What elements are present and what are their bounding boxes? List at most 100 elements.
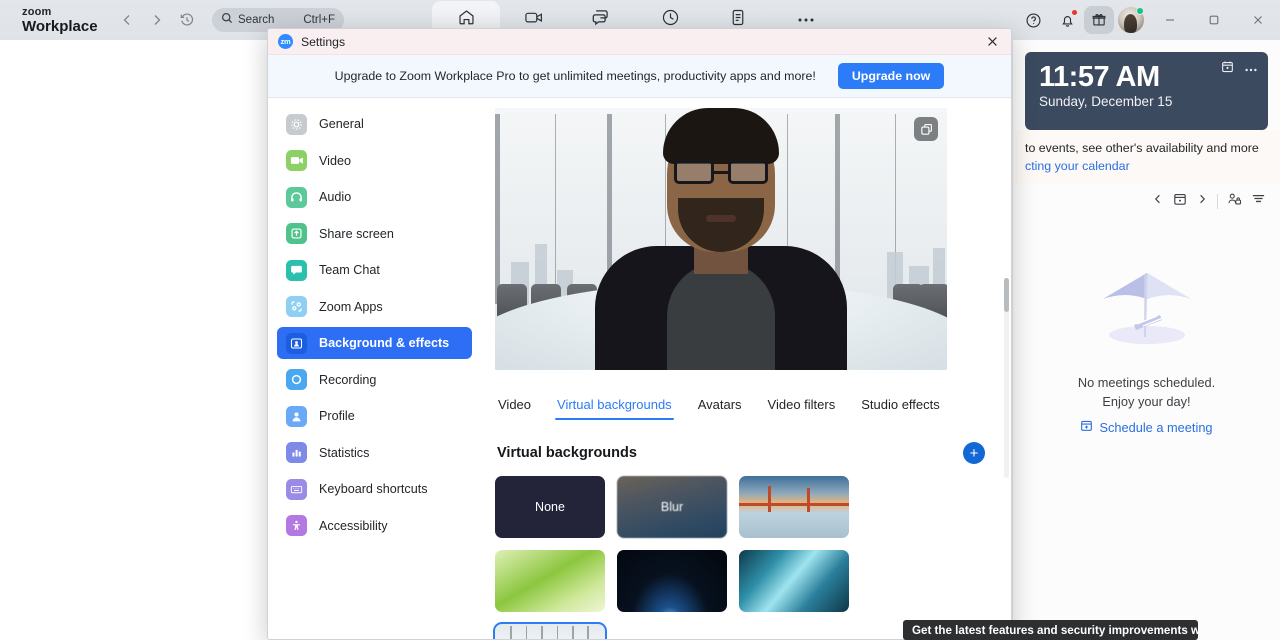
sidebar-item-label: Zoom Apps <box>319 299 383 314</box>
sidebar-item-share-screen[interactable]: Share screen <box>277 218 472 250</box>
background-thumb-blur[interactable]: Blur <box>617 476 727 538</box>
avatar[interactable] <box>1114 3 1148 37</box>
apps-icon <box>286 296 307 317</box>
calendar-nav <box>1013 184 1280 217</box>
promo-line-2[interactable]: cting your calendar <box>1025 158 1268 176</box>
history-button[interactable] <box>174 7 200 33</box>
update-tooltip: Get the latest features and security imp… <box>903 620 1198 640</box>
video-self-preview[interactable] <box>495 108 947 370</box>
calendar-side-panel: 11:57 AM Sunday, December 15 to events, … <box>1012 40 1280 640</box>
calendar-today-button[interactable] <box>1173 192 1187 211</box>
section-header: Virtual backgrounds + <box>495 442 993 464</box>
keyboard-icon <box>286 478 307 500</box>
sidebar-item-background-and-effects[interactable]: Background & effects <box>277 327 472 359</box>
settings-content: Video Virtual backgrounds Avatars Video … <box>481 98 1011 639</box>
scrollbar-thumb[interactable] <box>1004 278 1009 312</box>
dialog-title-bar: zm Settings <box>268 29 1011 55</box>
plus-icon[interactable]: + <box>963 442 985 464</box>
sidebar-item-keyboard-shortcuts[interactable]: Keyboard shortcuts <box>277 473 472 505</box>
sidebar-item-label: Share screen <box>319 226 394 241</box>
calendar-prev-button[interactable] <box>1152 192 1164 210</box>
upload-icon <box>286 223 307 244</box>
sidebar-item-label: Team Chat <box>319 263 380 277</box>
record-icon <box>286 369 307 390</box>
close-button[interactable] <box>1236 0 1280 40</box>
divider <box>1217 193 1218 209</box>
brand-line-1: zoom <box>22 5 52 18</box>
forward-button[interactable] <box>144 7 170 33</box>
gift-icon[interactable] <box>1084 6 1114 34</box>
person-card-icon <box>286 332 307 354</box>
sidebar-item-accessibility[interactable]: Accessibility <box>277 510 472 542</box>
accessibility-icon <box>286 515 307 536</box>
sidebar-item-zoom-apps[interactable]: Zoom Apps <box>277 291 472 323</box>
sidebar-item-label: Audio <box>319 190 352 204</box>
sidebar-item-label: Background & effects <box>319 336 450 350</box>
sidebar-item-team-chat[interactable]: Team Chat <box>277 254 472 286</box>
schedule-meeting-label: Schedule a meeting <box>1099 419 1213 435</box>
notification-badge <box>1071 9 1078 16</box>
pop-out-icon[interactable] <box>914 117 938 141</box>
background-thumb-earth-space[interactable] <box>617 550 727 612</box>
tab-virtual-backgrounds[interactable]: Virtual backgrounds <box>555 397 674 420</box>
schedule-meeting-link[interactable]: Schedule a meeting <box>1031 419 1262 435</box>
search-placeholder: Search <box>238 14 275 26</box>
settings-sidebar: General Video Audio Share screen Team Ch… <box>268 98 481 639</box>
sidebar-item-label: General <box>319 117 364 131</box>
video-icon <box>286 150 307 171</box>
brand-logo: zoom Workplace <box>0 5 110 34</box>
calendar-plus-icon <box>1080 419 1093 435</box>
calendar-empty-state: No meetings scheduled. Enjoy your day! S… <box>1013 257 1280 435</box>
back-button[interactable] <box>114 7 140 33</box>
tab-avatars[interactable]: Avatars <box>698 397 742 420</box>
section-title: Virtual backgrounds <box>497 445 637 461</box>
minimize-button[interactable] <box>1148 0 1192 40</box>
calendar-next-button[interactable] <box>1196 192 1208 210</box>
help-icon[interactable] <box>1016 3 1050 37</box>
background-thumb-waves[interactable] <box>739 550 849 612</box>
calendar-add-icon[interactable] <box>1221 60 1234 78</box>
presence-status-dot <box>1136 7 1144 15</box>
clock-card: 11:57 AM Sunday, December 15 <box>1025 52 1268 130</box>
sidebar-item-profile[interactable]: Profile <box>277 400 472 432</box>
sidebar-item-statistics[interactable]: Statistics <box>277 437 472 469</box>
backgrounds-scrollbar[interactable] <box>1004 278 1009 478</box>
ellipsis-icon[interactable] <box>1244 60 1258 78</box>
sidebar-item-general[interactable]: General <box>277 108 472 140</box>
sidebar-item-label: Statistics <box>319 445 370 460</box>
top-right-controls <box>1016 0 1280 40</box>
tab-studio-effects[interactable]: Studio effects <box>861 397 940 420</box>
clock-card-actions <box>1221 60 1258 78</box>
app-root: zoom Workplace Search Ctrl+F 11:57 AM Su… <box>0 0 1280 640</box>
people-icon[interactable] <box>1227 192 1242 211</box>
dialog-close-button[interactable] <box>981 32 1003 52</box>
maximize-button[interactable] <box>1192 0 1236 40</box>
upgrade-banner-text: Upgrade to Zoom Workplace Pro to get unl… <box>334 69 816 83</box>
sidebar-item-recording[interactable]: Recording <box>277 364 472 396</box>
background-thumb-none[interactable]: None <box>495 476 605 538</box>
current-date: Sunday, December 15 <box>1039 94 1173 110</box>
sidebar-item-label: Recording <box>319 372 377 387</box>
gear-icon <box>286 113 307 135</box>
tab-video-filters[interactable]: Video filters <box>768 397 836 420</box>
upgrade-now-button[interactable]: Upgrade now <box>837 63 945 89</box>
background-thumb-conference-room[interactable] <box>493 622 607 639</box>
empty-state-line-1: No meetings scheduled. <box>1077 374 1216 390</box>
tab-video[interactable]: Video <box>498 397 531 420</box>
filter-icon[interactable] <box>1251 192 1266 210</box>
sidebar-item-audio[interactable]: Audio <box>277 181 472 213</box>
bell-icon[interactable] <box>1050 3 1084 37</box>
background-thumb-golden-gate[interactable] <box>739 476 849 538</box>
search-shortcut: Ctrl+F <box>303 14 335 26</box>
sidebar-item-video[interactable]: Video <box>277 145 472 177</box>
ellipsis-icon <box>796 11 816 29</box>
profile-icon <box>286 405 307 427</box>
background-thumb-label: Blur <box>660 500 684 514</box>
bar-chart-icon <box>286 442 307 463</box>
sidebar-item-label: Keyboard shortcuts <box>319 482 428 496</box>
beach-umbrella-illustration <box>1087 257 1207 357</box>
sidebar-item-label: Accessibility <box>319 518 388 533</box>
background-thumb-grass[interactable] <box>495 550 605 612</box>
headphone-icon <box>286 186 307 208</box>
search-icon <box>221 11 233 29</box>
